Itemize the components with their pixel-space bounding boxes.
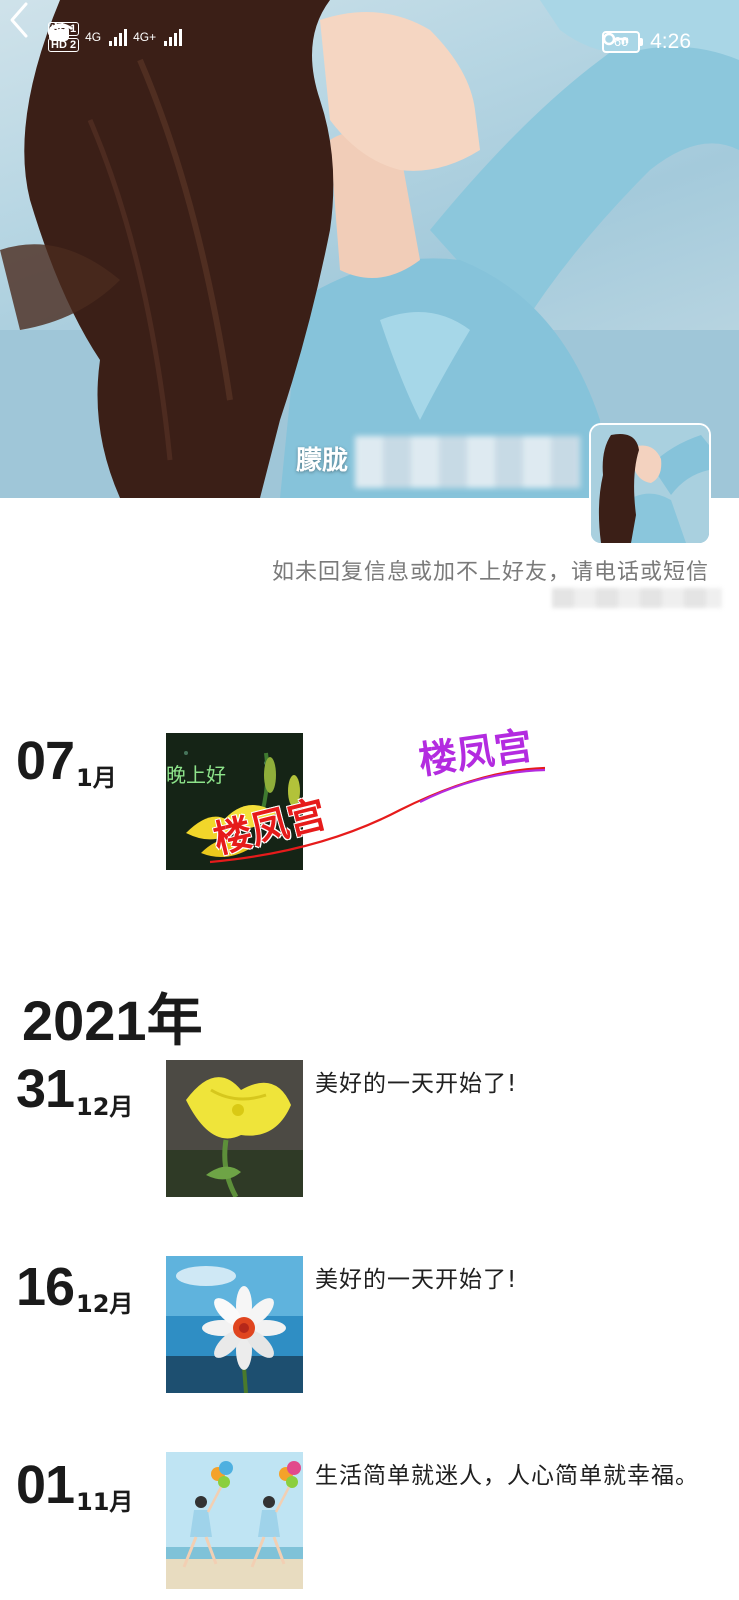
profile-cover-image[interactable]: HD 1 HD 2 4G 4G+ 60 4:26 <box>0 0 739 498</box>
cover-photo-illustration <box>0 0 739 498</box>
battery-level: 60 <box>613 34 629 49</box>
signal-icon-2 <box>164 28 183 46</box>
back-arrow-icon[interactable] <box>0 0 40 40</box>
status-bar: HD 1 HD 2 4G 4G+ 60 4:26 <box>0 22 739 62</box>
clock-time: 4:26 <box>650 30 691 53</box>
post-day: 16 <box>16 1257 75 1317</box>
network-type-2: 4G+ <box>133 30 157 44</box>
post-day: 07 <box>16 731 75 791</box>
avatar-illustration <box>591 425 709 543</box>
post-month: 12月 <box>76 1093 134 1121</box>
post-month: 12月 <box>76 1290 134 1318</box>
network-type-1: 4G <box>85 30 102 44</box>
post-thumbnail[interactable] <box>166 1452 303 1589</box>
post-month: 11月 <box>76 1488 134 1516</box>
profile-name[interactable]: 朦胧 <box>296 440 348 477</box>
signal-icon-1 <box>109 28 128 46</box>
post-text: 生活简单就迷人，人心简单就幸福。 <box>315 1463 699 1489</box>
daisy-image <box>166 1256 303 1393</box>
post-thumbnail[interactable] <box>166 1256 303 1393</box>
yellow-flower-image <box>166 1060 303 1197</box>
battery-icon: 60 <box>602 31 644 53</box>
year-header: 2021年 <box>22 989 203 1052</box>
post-day: 31 <box>16 1059 75 1119</box>
name-blurred-area <box>355 436 580 488</box>
post-month: 1月 <box>76 764 117 792</box>
post-thumbnail[interactable] <box>166 1060 303 1197</box>
post-text: 美好的一天开始了! <box>315 1071 518 1097</box>
balloon-girls-image <box>166 1452 303 1589</box>
profile-signature: 如未回复信息或加不上好友，请电话或短信 <box>271 560 709 585</box>
avatar[interactable] <box>591 425 709 543</box>
cat-app-icon <box>51 26 67 40</box>
post-day: 01 <box>16 1455 75 1515</box>
signature-blurred-area <box>552 588 722 608</box>
post-text: 美好的一天开始了! <box>315 1267 518 1293</box>
